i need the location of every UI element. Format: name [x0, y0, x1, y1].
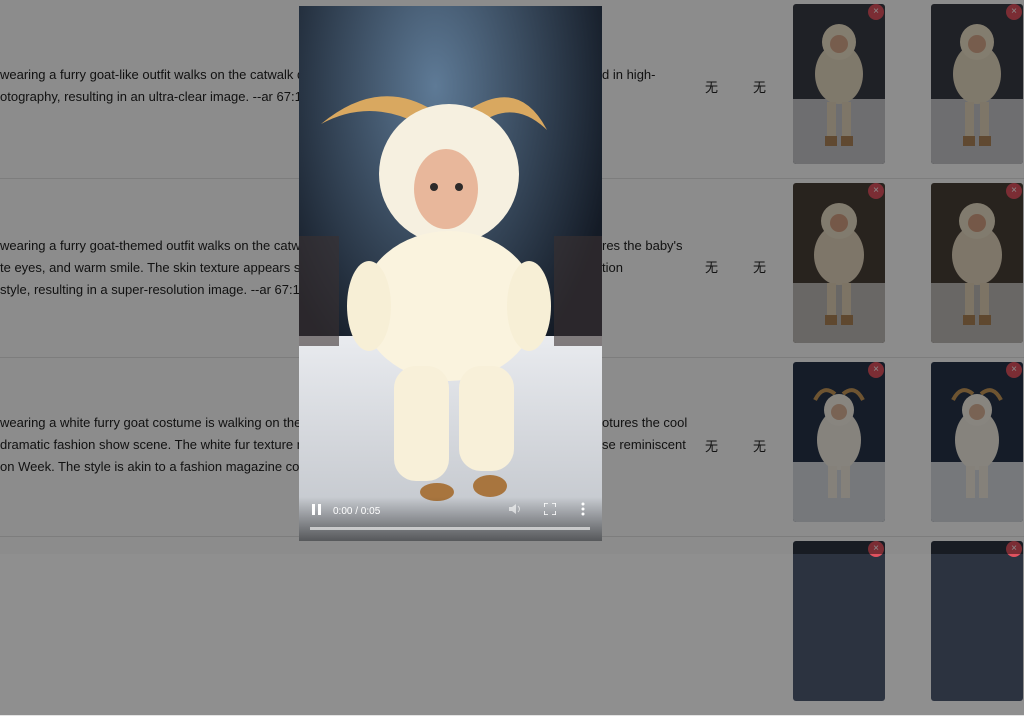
table-row: × × [0, 537, 1024, 716]
video-player[interactable]: 0:00 / 0:05 [299, 6, 602, 541]
volume-icon[interactable] [509, 503, 521, 518]
fullscreen-icon[interactable] [543, 502, 557, 518]
more-icon[interactable] [581, 502, 585, 519]
video-frame [299, 6, 602, 541]
pause-icon[interactable] [312, 504, 321, 518]
result-thumbnail[interactable] [931, 541, 1023, 701]
result-thumbnail[interactable] [793, 541, 885, 701]
video-controls: 0:00 / 0:05 [299, 497, 602, 541]
seek-bar[interactable] [310, 527, 590, 530]
video-time: 0:00 / 0:05 [333, 506, 381, 517]
